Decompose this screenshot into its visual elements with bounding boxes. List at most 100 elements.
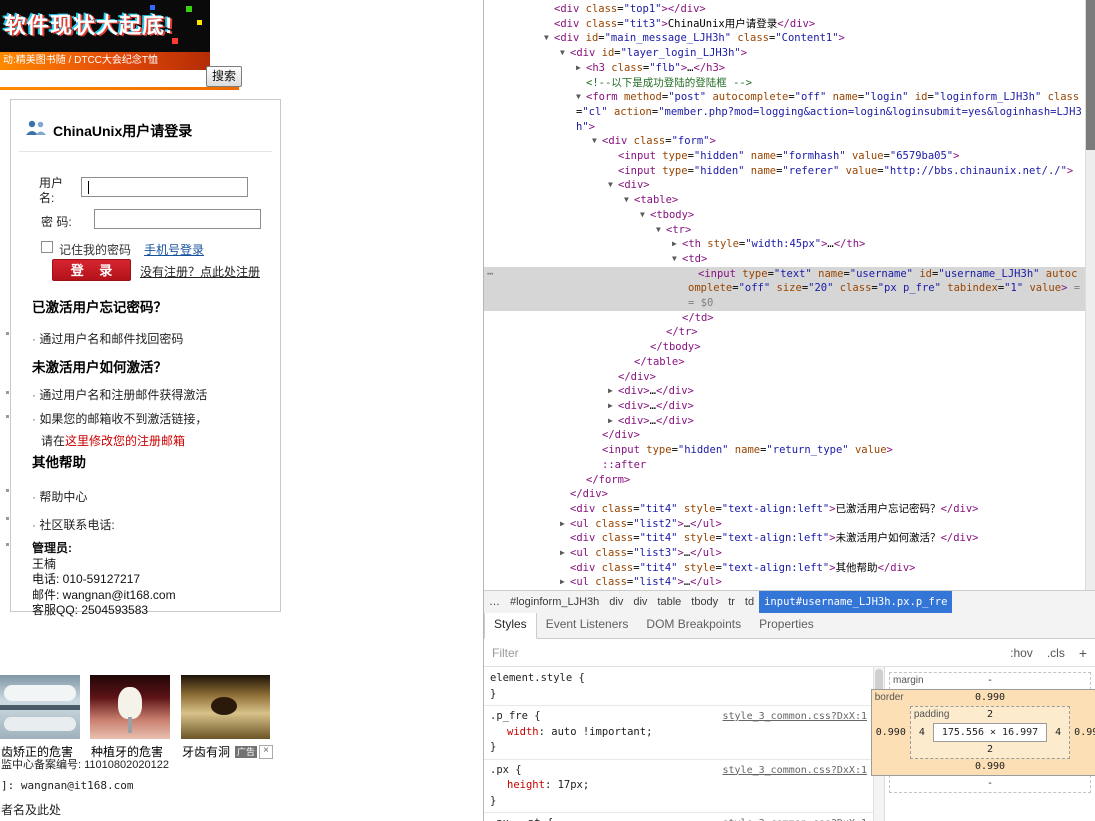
rule-selector[interactable]: .p_fre { (490, 709, 541, 725)
collapse-arrow-icon[interactable]: ▼ (560, 46, 570, 61)
padding-left-value[interactable]: 4 (911, 727, 933, 738)
tree-node[interactable]: <input type="hidden" name="formhash" val… (484, 149, 1095, 164)
breadcrumb-item[interactable]: div (604, 591, 628, 613)
tree-node[interactable]: ▼ <div> (484, 178, 1095, 193)
tree-node[interactable]: ▼ <tr> (484, 223, 1095, 238)
node-menu-icon[interactable]: ⋯ (487, 267, 494, 282)
tree-node[interactable]: ▶ <h3 class="flb">…</h3> (484, 61, 1095, 76)
border-top-value[interactable]: 0.990 (975, 692, 1005, 703)
breadcrumb-item[interactable]: tr (723, 591, 740, 613)
tab-styles[interactable]: Styles (484, 613, 537, 639)
expand-arrow-icon[interactable]: ▶ (608, 384, 618, 399)
box-model-margin[interactable]: margin - border 0.990 0.990 padding 2 4 … (870, 672, 1095, 793)
collapse-arrow-icon[interactable]: ▼ (608, 178, 618, 193)
elements-scrollbar[interactable] (1085, 0, 1095, 590)
new-style-rule-button[interactable]: + (1079, 645, 1087, 661)
collapse-arrow-icon[interactable]: ▼ (656, 223, 666, 238)
expand-arrow-icon[interactable]: ▶ (560, 517, 570, 532)
collapse-arrow-icon[interactable]: ▼ (576, 90, 586, 105)
ad-close-icon[interactable]: × (259, 744, 274, 759)
breadcrumb-item[interactable]: table (652, 591, 686, 613)
stylesheet-link[interactable]: style_3_common.css?DxX:1 (723, 709, 868, 725)
tree-node[interactable]: ▼ <td> (484, 252, 1095, 267)
tree-node[interactable]: ▶ <div>…</div> (484, 414, 1095, 429)
breadcrumb-item[interactable]: #loginform_LJH3h (505, 591, 604, 613)
search-button[interactable]: 搜索 (206, 66, 242, 87)
ad-image-braces[interactable] (0, 675, 80, 739)
username-input[interactable] (81, 177, 248, 197)
mobile-login-link[interactable]: 手机号登录 (144, 241, 204, 258)
box-model-padding[interactable]: padding 2 4 175.556 × 16.997 4 2 (909, 706, 1071, 759)
tree-node[interactable]: <input type="hidden" name="return_type" … (484, 443, 1095, 458)
rule-selector[interactable]: .px, .pt { (490, 816, 553, 821)
box-model-content[interactable]: 175.556 × 16.997 (932, 723, 1048, 742)
modify-email-link[interactable]: 这里修改您的注册邮箱 (65, 434, 185, 448)
tab-properties[interactable]: Properties (750, 613, 823, 638)
tree-node[interactable]: </tbody> (484, 340, 1095, 355)
tree-node[interactable]: </div> (484, 428, 1095, 443)
login-button[interactable]: 登 录 (52, 259, 131, 281)
tree-node[interactable]: ▶ <div>…</div> (484, 399, 1095, 414)
tree-node[interactable]: </td> (484, 311, 1095, 326)
tree-node[interactable]: ▶ <div>…</div> (484, 384, 1095, 399)
filter-input[interactable]: Filter (492, 646, 996, 660)
toggle-hover-state-button[interactable]: :hov (1010, 646, 1033, 660)
ad-image-implant[interactable] (90, 675, 170, 739)
tree-node[interactable]: </div> (484, 487, 1095, 502)
tab-event-listeners[interactable]: Event Listeners (537, 613, 638, 638)
expand-arrow-icon[interactable]: ▶ (672, 237, 682, 252)
expand-arrow-icon[interactable]: ▶ (560, 546, 570, 561)
collapse-arrow-icon[interactable]: ▼ (592, 134, 602, 149)
toggle-class-button[interactable]: .cls (1047, 646, 1065, 660)
tree-node[interactable]: <div class="tit4" style="text-align:left… (484, 502, 1095, 517)
tree-node[interactable]: <input type="hidden" name="referer" valu… (484, 164, 1095, 179)
tab-dom-breakpoints[interactable]: DOM Breakpoints (637, 613, 750, 638)
register-link[interactable]: 没有注册？点此处注册 (140, 263, 260, 280)
tree-node[interactable]: <!--以下是成功登陆的登陆框 --> (484, 76, 1095, 91)
padding-top-value[interactable]: 2 (987, 709, 993, 720)
tree-node[interactable]: ▼ <div class="form"> (484, 134, 1095, 149)
css-property[interactable]: height: 17px; (490, 778, 867, 794)
ad-image-cavity[interactable] (181, 675, 270, 739)
tree-node[interactable]: <div class="top1"></div> (484, 2, 1095, 17)
tree-node[interactable]: ▼ <table> (484, 193, 1095, 208)
tree-node[interactable]: <div class="tit3">ChinaUnix用户请登录</div> (484, 17, 1095, 32)
border-left-value[interactable]: 0.990 (872, 727, 910, 738)
tree-node[interactable]: </form> (484, 473, 1095, 488)
stylesheet-link[interactable]: style_3_common.css?DxX:1 (723, 763, 868, 779)
tree-node[interactable]: <div class="tit4" style="text-align:left… (484, 531, 1095, 546)
collapse-arrow-icon[interactable]: ▼ (624, 193, 634, 208)
border-right-value[interactable]: 0.990 (1070, 727, 1095, 738)
tree-node[interactable]: ▶ <ul class="list2">…</ul> (484, 517, 1095, 532)
tree-node[interactable]: <input type="text" name="username" id="u… (484, 266, 1095, 311)
tree-node[interactable]: ▶ <th style="width:45px">…</th> (484, 237, 1095, 252)
help-center-link[interactable]: 帮助中心 (32, 488, 87, 505)
box-model-border[interactable]: border 0.990 0.990 padding 2 4 175.556 ×… (870, 689, 1095, 776)
tree-node[interactable]: </table> (484, 355, 1095, 370)
tree-node[interactable]: ▶ <ul class="list3">…</ul> (484, 546, 1095, 561)
margin-top-value[interactable]: - (987, 675, 993, 686)
breadcrumb-item[interactable]: td (740, 591, 759, 613)
padding-bottom-value[interactable]: 2 (987, 744, 993, 755)
breadcrumb-item[interactable]: input#username_LJH3h.px.p_fre (759, 591, 953, 613)
css-property[interactable]: width: auto !important; (490, 725, 867, 741)
expand-arrow-icon[interactable]: ▶ (608, 399, 618, 414)
scrollbar-thumb[interactable] (1086, 0, 1095, 150)
collapse-arrow-icon[interactable]: ▼ (544, 31, 554, 46)
stylesheet-link[interactable]: style_3_common.css?DxX:1 (723, 816, 868, 821)
rule-selector[interactable]: .px { (490, 763, 522, 779)
tree-node[interactable]: </tr> (484, 325, 1095, 340)
border-bottom-value[interactable]: 0.990 (975, 761, 1005, 772)
collapse-arrow-icon[interactable]: ▼ (640, 208, 650, 223)
tree-node[interactable]: ▼ <tbody> (484, 208, 1095, 223)
password-input[interactable] (94, 209, 261, 229)
tree-node[interactable]: ▼ <div id="main_message_LJH3h" class="Con… (484, 31, 1095, 46)
expand-arrow-icon[interactable]: ▶ (560, 575, 570, 590)
tree-node[interactable]: ▼ <div id="layer_login_LJH3h"> (484, 46, 1095, 61)
breadcrumb-item[interactable]: tbody (686, 591, 723, 613)
tree-node[interactable]: ▼ <form method="post" autocomplete="off" … (484, 90, 1095, 134)
tree-node[interactable]: ▶ <ul class="list4">…</ul> (484, 575, 1095, 590)
collapse-arrow-icon[interactable]: ▼ (672, 252, 682, 267)
breadcrumb-item[interactable]: div (628, 591, 652, 613)
padding-right-value[interactable]: 4 (1047, 727, 1069, 738)
